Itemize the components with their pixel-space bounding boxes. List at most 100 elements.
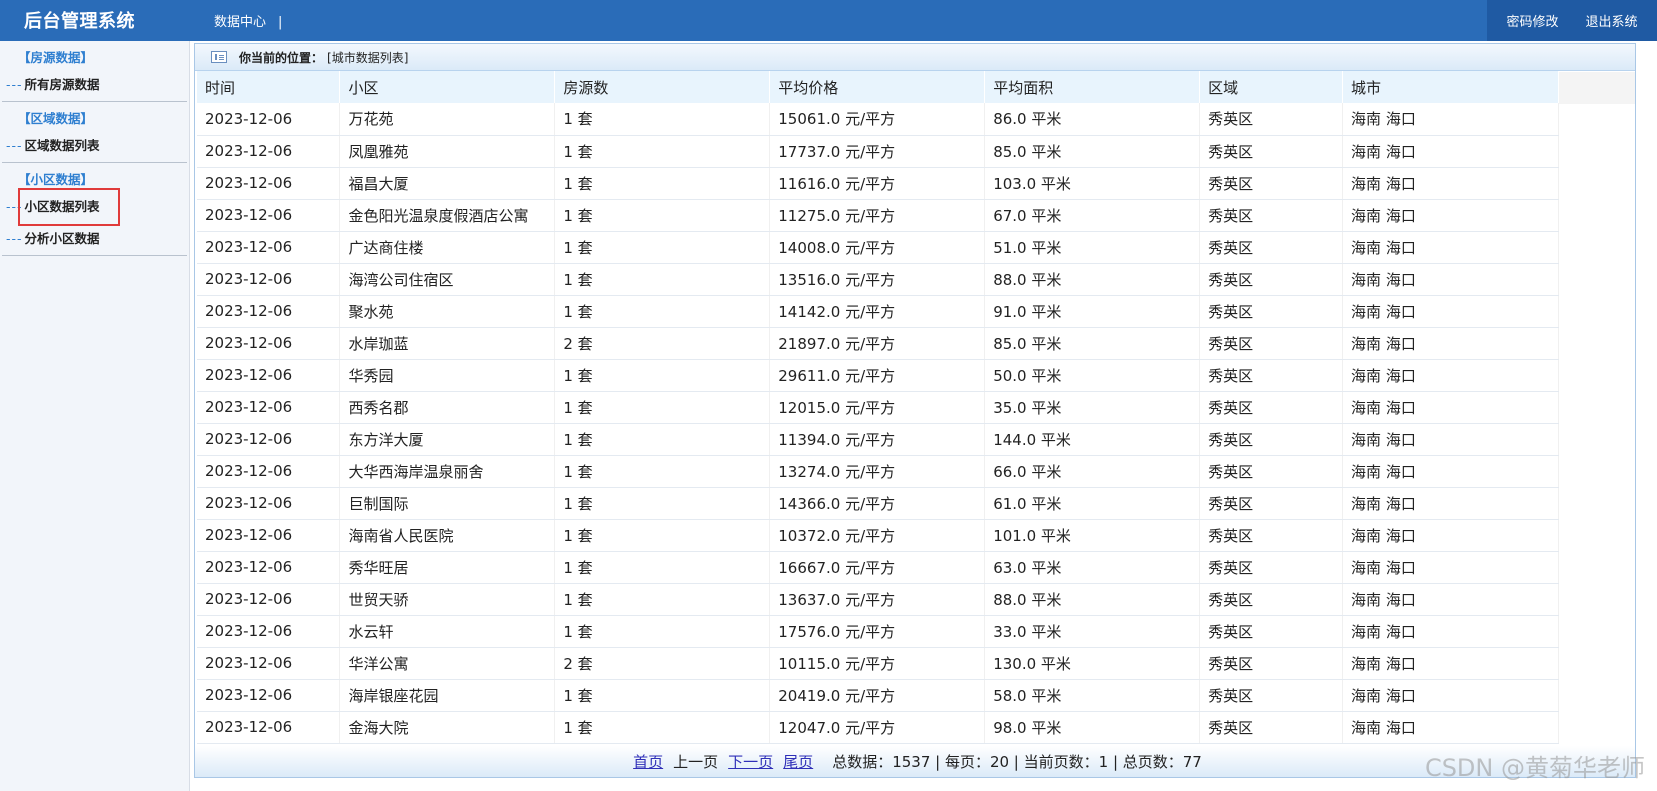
table-row: 2023-12-06 水云轩 1 套 17576.0 元/平方 33.0 平米 秀英区 海南…: [197, 615, 1559, 648]
breadcrumb: 你当前的位置： [城市数据列表]: [195, 44, 1635, 71]
sidebar-group-communities: 【小区数据】 --- 小区数据列表 --- 分析小区数据: [2, 163, 187, 256]
sidebar-item-district-list[interactable]: --- 区域数据列表: [2, 130, 187, 162]
cell-count: 1 套: [554, 455, 771, 488]
cell-date: 2023-12-06: [197, 551, 341, 584]
cell-district: 秀英区: [1199, 487, 1344, 520]
cell-city: 海南 海口: [1342, 327, 1559, 360]
cell-count: 2 套: [554, 647, 771, 680]
cell-date: 2023-12-06: [197, 359, 341, 392]
list-icon: [211, 51, 227, 63]
cell-area: 35.0 平米: [984, 391, 1201, 424]
watermark: CSDN @黄菊华老师: [1424, 754, 1645, 782]
cell-price: 14366.0 元/平方: [769, 487, 986, 520]
cell-district: 秀英区: [1199, 679, 1344, 712]
cell-date: 2023-12-06: [197, 583, 341, 616]
cell-community: 广达商住楼: [339, 231, 556, 264]
cell-city: 海南 海口: [1342, 263, 1559, 296]
cell-city: 海南 海口: [1342, 551, 1559, 584]
cell-district: 秀英区: [1199, 295, 1344, 328]
cell-price: 29611.0 元/平方: [769, 359, 986, 392]
table-row: 2023-12-06 海南省人民医院 1 套 10372.0 元/平方 101.0 平米…: [197, 519, 1559, 552]
cell-count: 1 套: [554, 135, 771, 168]
cell-price: 10372.0 元/平方: [769, 519, 986, 552]
sidebar: 【房源数据】 --- 所有房源数据 【区域数据】 --- 区域数据列表 【小区数据】…: [0, 41, 190, 791]
cell-district: 秀英区: [1199, 167, 1344, 200]
cell-count: 1 套: [554, 615, 771, 648]
cell-area: 101.0 平米: [984, 519, 1201, 552]
cell-price: 13516.0 元/平方: [769, 263, 986, 296]
last-page-link[interactable]: 尾页: [783, 751, 813, 772]
cell-community: 秀华旺居: [339, 551, 556, 584]
cell-city: 海南 海口: [1342, 295, 1559, 328]
cell-count: 1 套: [554, 199, 771, 232]
nav-data-center[interactable]: 数据中心: [214, 15, 266, 30]
col-header-area: 平均面积: [984, 71, 1201, 103]
cell-district: 秀英区: [1199, 519, 1344, 552]
table-row: 2023-12-06 西秀名郡 1 套 12015.0 元/平方 35.0 平米 秀英区海…: [197, 391, 1559, 424]
cell-area: 88.0 平米: [984, 583, 1201, 616]
cell-date: 2023-12-06: [197, 295, 341, 328]
cell-district: 秀英区: [1199, 583, 1344, 616]
table-row: 2023-12-06 凤凰雅苑 1 套 17737.0 元/平方 85.0 平米 秀英区海…: [197, 135, 1559, 168]
cell-price: 17576.0 元/平方: [769, 615, 986, 648]
cell-date: 2023-12-06: [197, 679, 341, 712]
cell-district: 秀英区: [1199, 327, 1344, 360]
cell-community: 大华西海岸温泉丽舍: [339, 455, 556, 488]
cell-date: 2023-12-06: [197, 615, 341, 648]
cell-city: 海南 海口: [1342, 167, 1559, 200]
table-row: 2023-12-06 华秀园 1 套 29611.0 元/平方 50.0 平米 秀英区 海南…: [197, 359, 1559, 392]
main-panel: 你当前的位置： [城市数据列表] 时间 小区 房源数 平均价格 平均面积 区域 …: [194, 43, 1636, 778]
sidebar-item-community-analysis[interactable]: --- 分析小区数据: [2, 223, 187, 255]
table-row: 2023-12-06 大华西海岸温泉丽舍 1 套 13274.0 元/平方 66.0 平…: [197, 455, 1559, 488]
cell-district: 秀英区: [1199, 711, 1344, 744]
col-header-community: 小区: [339, 71, 556, 103]
cell-price: 10115.0 元/平方: [769, 647, 986, 680]
cell-area: 86.0 平米: [984, 103, 1201, 136]
cell-count: 1 套: [554, 231, 771, 264]
cell-area: 51.0 平米: [984, 231, 1201, 264]
sidebar-item-all-listings[interactable]: --- 所有房源数据: [2, 69, 187, 101]
cell-area: 144.0 平米: [984, 423, 1201, 456]
cell-date: 2023-12-06: [197, 647, 341, 680]
first-page-link[interactable]: 首页: [633, 751, 663, 772]
cell-price: 11394.0 元/平方: [769, 423, 986, 456]
cell-city: 海南 海口: [1342, 359, 1559, 392]
cell-district: 秀英区: [1199, 199, 1344, 232]
top-actions: 密码修改 退出系统: [1487, 0, 1657, 41]
sidebar-item-prefix: ---: [6, 138, 23, 153]
sidebar-group-districts: 【区域数据】 --- 区域数据列表: [2, 102, 187, 163]
change-password-link[interactable]: 密码修改: [1506, 11, 1558, 30]
cell-count: 1 套: [554, 679, 771, 712]
cell-count: 1 套: [554, 519, 771, 552]
cell-area: 91.0 平米: [984, 295, 1201, 328]
cell-city: 海南 海口: [1342, 679, 1559, 712]
cell-district: 秀英区: [1199, 135, 1344, 168]
logout-link[interactable]: 退出系统: [1585, 11, 1637, 30]
cell-city: 海南 海口: [1342, 615, 1559, 648]
cell-city: 海南 海口: [1342, 103, 1559, 136]
cell-price: 13274.0 元/平方: [769, 455, 986, 488]
cell-date: 2023-12-06: [197, 423, 341, 456]
cell-district: 秀英区: [1199, 263, 1344, 296]
cell-district: 秀英区: [1199, 423, 1344, 456]
cell-count: 1 套: [554, 551, 771, 584]
cell-count: 1 套: [554, 167, 771, 200]
cell-community: 金海大院: [339, 711, 556, 744]
cell-district: 秀英区: [1199, 359, 1344, 392]
cell-count: 1 套: [554, 583, 771, 616]
cell-area: 61.0 平米: [984, 487, 1201, 520]
cell-price: 12015.0 元/平方: [769, 391, 986, 424]
cell-count: 1 套: [554, 391, 771, 424]
cell-date: 2023-12-06: [197, 103, 341, 136]
cell-district: 秀英区: [1199, 551, 1344, 584]
cell-community: 西秀名郡: [339, 391, 556, 424]
next-page-link[interactable]: 下一页: [728, 751, 773, 772]
cell-community: 金色阳光温泉度假酒店公寓: [339, 199, 556, 232]
sidebar-item-community-list[interactable]: --- 小区数据列表: [2, 188, 187, 226]
col-header-district: 区域: [1199, 71, 1344, 103]
cell-city: 海南 海口: [1342, 423, 1559, 456]
cell-area: 67.0 平米: [984, 199, 1201, 232]
cell-date: 2023-12-06: [197, 519, 341, 552]
cell-area: 85.0 平米: [984, 135, 1201, 168]
cell-price: 14142.0 元/平方: [769, 295, 986, 328]
